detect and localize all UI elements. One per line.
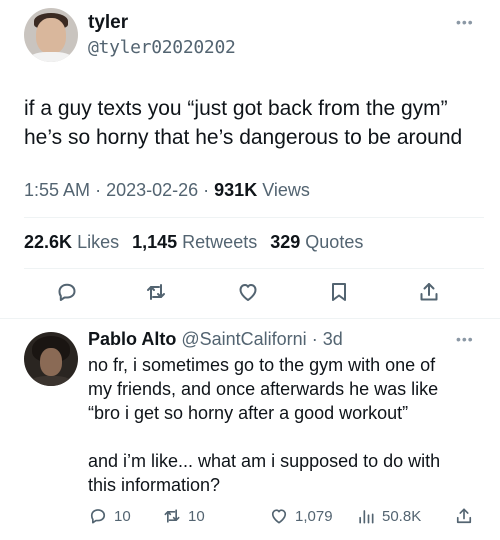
tweet-date[interactable]: 2023-02-26 bbox=[106, 180, 198, 200]
reply-button[interactable]: 10 bbox=[88, 505, 131, 527]
divider bbox=[24, 217, 484, 218]
retweet-count: 10 bbox=[188, 507, 205, 525]
reply-icon bbox=[90, 509, 106, 524]
retweets-count: 1,145 bbox=[132, 232, 178, 252]
like-icon bbox=[271, 509, 287, 524]
retweet-icon[interactable] bbox=[144, 280, 168, 304]
author-name[interactable]: tyler bbox=[88, 12, 128, 34]
tweet-text-line: he’s so horny that he’s dangerous to be … bbox=[24, 126, 463, 149]
share-icon[interactable] bbox=[417, 280, 441, 304]
reply-text-line: no fr, i sometimes go to the gym with on… bbox=[88, 355, 436, 375]
analytics-icon bbox=[359, 510, 374, 524]
retweet-button[interactable]: 10 bbox=[162, 505, 205, 527]
views-count: 931K bbox=[214, 180, 258, 200]
retweets-label: Retweets bbox=[182, 232, 258, 252]
views-label: Views bbox=[262, 180, 310, 200]
quotes-label: Quotes bbox=[305, 232, 364, 252]
retweet-icon bbox=[164, 509, 180, 523]
main-tweet: tyler @tyler02020202 ••• if a guy texts … bbox=[0, 0, 500, 318]
like-count: 1,079 bbox=[295, 507, 333, 525]
tweet-text: if a guy texts you “just got back from t… bbox=[24, 94, 484, 152]
reply-tweet[interactable]: Pablo Alto @SaintCaliforni · 3d ••• no f… bbox=[0, 319, 500, 540]
reply-text-line: and i’m like... what am i supposed to do… bbox=[88, 451, 441, 471]
reply-text-line: my friends, and once afterwards he was l… bbox=[88, 379, 439, 399]
reply-time[interactable]: 3d bbox=[323, 329, 343, 349]
reply-author-name[interactable]: Pablo Alto bbox=[88, 329, 176, 349]
tweet-stats: 22.6K Likes 1,145 Retweets 329 Quotes bbox=[24, 232, 363, 253]
ellipsis-icon[interactable]: ••• bbox=[456, 331, 474, 347]
likes-count: 22.6K bbox=[24, 232, 73, 252]
reply-author-handle[interactable]: @SaintCaliforni bbox=[181, 329, 306, 349]
quotes-stat[interactable]: 329 Quotes bbox=[270, 232, 363, 252]
avatar[interactable] bbox=[24, 8, 78, 62]
avatar[interactable] bbox=[24, 332, 78, 386]
tweet-text-line: if a guy texts you “just got back from t… bbox=[24, 97, 448, 120]
share-button[interactable] bbox=[454, 505, 480, 527]
bookmark-icon[interactable] bbox=[327, 280, 351, 304]
likes-label: Likes bbox=[77, 232, 120, 252]
ellipsis-icon[interactable]: ••• bbox=[456, 14, 474, 30]
retweets-stat[interactable]: 1,145 Retweets bbox=[132, 232, 257, 252]
like-icon[interactable] bbox=[236, 280, 260, 304]
quotes-count: 329 bbox=[270, 232, 301, 252]
likes-stat[interactable]: 22.6K Likes bbox=[24, 232, 119, 252]
divider bbox=[24, 268, 484, 269]
reply-header: Pablo Alto @SaintCaliforni · 3d bbox=[88, 329, 343, 349]
views-button[interactable]: 50.8K bbox=[356, 505, 421, 527]
tweet-meta: 1:55 AM · 2023-02-26 · 931K Views bbox=[24, 180, 310, 200]
like-button[interactable]: 1,079 bbox=[269, 505, 333, 527]
author-handle[interactable]: @tyler02020202 bbox=[88, 37, 236, 58]
reply-text: no fr, i sometimes go to the gym with on… bbox=[88, 353, 488, 497]
reply-text-line: “bro i get so horny after a good workout… bbox=[88, 403, 409, 423]
views-count: 50.8K bbox=[382, 507, 422, 525]
share-icon bbox=[456, 508, 472, 524]
reply-icon[interactable] bbox=[55, 280, 79, 304]
reply-text-line: this information? bbox=[88, 475, 221, 495]
reply-action-bar: 10 10 1,079 50.8K bbox=[88, 505, 488, 529]
tweet-time[interactable]: 1:55 AM bbox=[24, 180, 90, 200]
reply-count: 10 bbox=[114, 507, 131, 525]
